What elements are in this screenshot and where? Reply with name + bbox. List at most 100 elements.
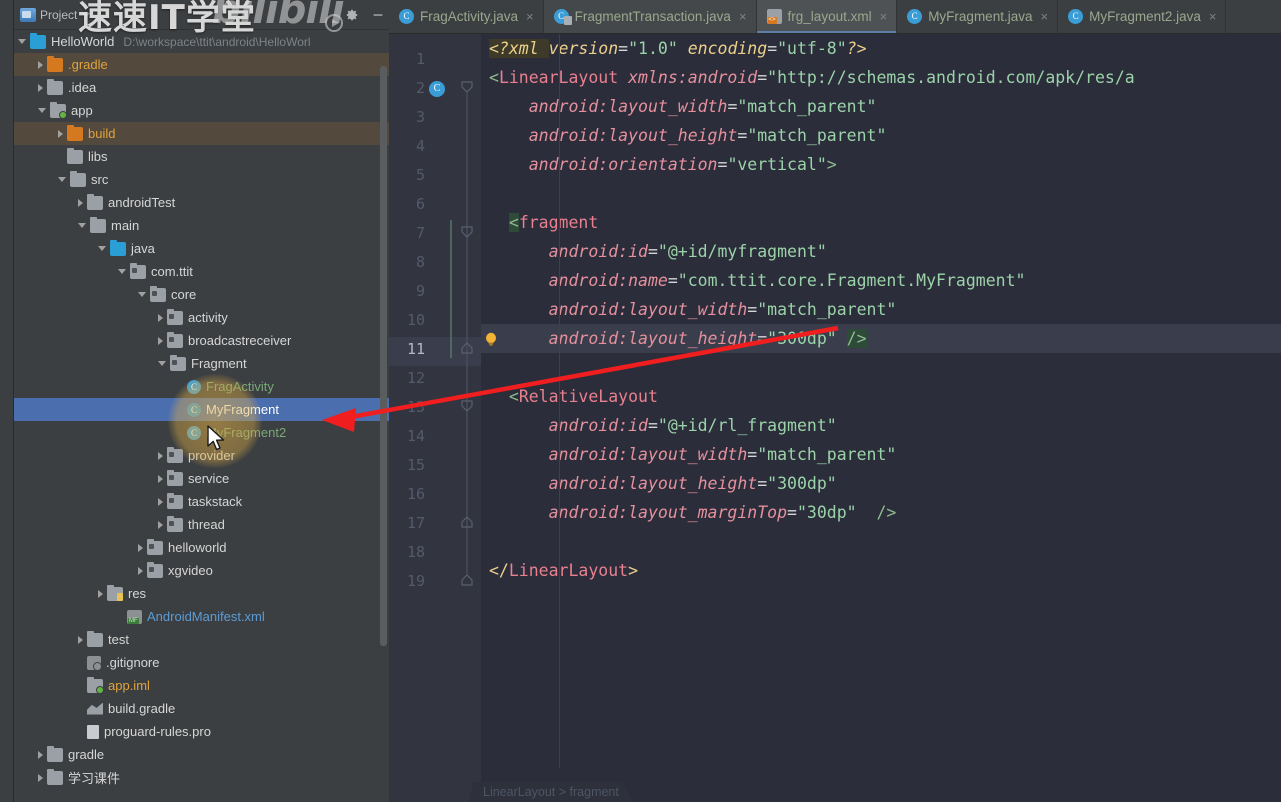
- code-line[interactable]: <fragment: [481, 208, 1281, 237]
- tree-row-app-iml[interactable]: app.iml: [14, 674, 389, 697]
- code-folding-markers[interactable]: [389, 34, 481, 802]
- tree-row-activity[interactable]: activity: [14, 306, 389, 329]
- editor-tab-myfragment-java[interactable]: C MyFragment.java ×: [897, 0, 1059, 33]
- close-icon[interactable]: ×: [1040, 10, 1048, 23]
- tree-row-app[interactable]: app: [14, 99, 389, 122]
- chevron-down-icon[interactable]: [158, 361, 166, 366]
- chevron-right-icon[interactable]: [158, 451, 163, 460]
- tree-scrollbar[interactable]: [380, 66, 387, 646]
- code-line[interactable]: <?xml version="1.0" encoding="utf-8"?>: [481, 34, 1281, 63]
- code-line[interactable]: android:layout_height="300dp" />: [481, 324, 1281, 353]
- chevron-right-icon[interactable]: [158, 474, 163, 483]
- tree-row-root[interactable]: HelloWorld D:\workspace\ttit\android\Hel…: [14, 30, 389, 53]
- code-line[interactable]: </LinearLayout>: [481, 556, 1281, 585]
- tree-row-res[interactable]: res: [14, 582, 389, 605]
- tree-row--[interactable]: 学习课件: [14, 766, 389, 789]
- text-file-icon: [87, 724, 99, 739]
- chevron-right-icon[interactable]: [158, 520, 163, 529]
- chevron-right-icon[interactable]: [58, 129, 63, 138]
- tree-row-thread[interactable]: thread: [14, 513, 389, 536]
- tree-row--idea[interactable]: .idea: [14, 76, 389, 99]
- chevron-down-icon[interactable]: [38, 108, 46, 113]
- tree-row--gitignore[interactable]: .gitignore: [14, 651, 389, 674]
- folder-module-icon: [50, 101, 67, 119]
- lightbulb-intention-icon[interactable]: [485, 332, 497, 347]
- tree-row-androidtest[interactable]: androidTest: [14, 191, 389, 214]
- tree-row-gradle[interactable]: gradle: [14, 743, 389, 766]
- code-line[interactable]: [481, 179, 1281, 208]
- folder-icon: [30, 32, 46, 49]
- chevron-down-icon[interactable]: [58, 177, 66, 182]
- chevron-down-icon[interactable]: [118, 269, 126, 274]
- breadcrumb[interactable]: LinearLayout > fragment: [469, 782, 633, 802]
- tree-row-service[interactable]: service: [14, 467, 389, 490]
- chevron-right-icon[interactable]: [38, 60, 43, 69]
- editor-tab-fragmenttransaction-java[interactable]: C FragmentTransaction.java ×: [543, 0, 757, 33]
- tree-row-provider[interactable]: provider: [14, 444, 389, 467]
- code-line[interactable]: [481, 353, 1281, 382]
- tree-row-helloworld[interactable]: helloworld: [14, 536, 389, 559]
- editor-tab-fragactivity-java[interactable]: C FragActivity.java ×: [389, 0, 544, 33]
- code-line[interactable]: android:layout_width="match_parent": [481, 92, 1281, 121]
- code-line[interactable]: <RelativeLayout: [481, 382, 1281, 411]
- chevron-right-icon[interactable]: [158, 336, 163, 345]
- close-icon[interactable]: ×: [739, 10, 747, 23]
- tree-row-myfragment2[interactable]: C MyFragment2: [14, 421, 389, 444]
- chevron-right-icon[interactable]: [38, 83, 43, 92]
- tree-row-core[interactable]: core: [14, 283, 389, 306]
- code-line[interactable]: android:layout_marginTop="30dp" />: [481, 498, 1281, 527]
- package-icon: [167, 469, 183, 486]
- chevron-down-icon[interactable]: [78, 223, 86, 228]
- tree-row-java[interactable]: java: [14, 237, 389, 260]
- tree-row-broadcastreceiver[interactable]: broadcastreceiver: [14, 329, 389, 352]
- chevron-right-icon[interactable]: [98, 589, 103, 598]
- tree-row-xgvideo[interactable]: xgvideo: [14, 559, 389, 582]
- tree-row-build[interactable]: build: [14, 122, 389, 145]
- chevron-right-icon[interactable]: [158, 313, 163, 322]
- code-line[interactable]: android:layout_height="match_parent": [481, 121, 1281, 150]
- code-line[interactable]: android:layout_height="300dp": [481, 469, 1281, 498]
- editor-tab-frg-layout-xml[interactable]: frg_layout.xml ×: [756, 0, 898, 33]
- tree-row-proguard-rules-pro[interactable]: proguard-rules.pro: [14, 720, 389, 743]
- tree-row-androidmanifest-xml[interactable]: AndroidManifest.xml: [14, 605, 389, 628]
- close-icon[interactable]: ×: [1209, 10, 1217, 23]
- chevron-right-icon[interactable]: [38, 750, 43, 759]
- code-line[interactable]: android:layout_width="match_parent": [481, 295, 1281, 324]
- code-line[interactable]: android:id="@+id/rl_fragment": [481, 411, 1281, 440]
- code-line[interactable]: [481, 527, 1281, 556]
- tree-row-libs[interactable]: libs: [14, 145, 389, 168]
- gear-icon[interactable]: [345, 8, 359, 22]
- code-line[interactable]: android:name="com.ttit.core.Fragment.MyF…: [481, 266, 1281, 295]
- tree-row--gradle[interactable]: .gradle: [14, 53, 389, 76]
- chevron-right-icon[interactable]: [78, 198, 83, 207]
- code-line[interactable]: android:layout_width="match_parent": [481, 440, 1281, 469]
- chevron-down-icon[interactable]: [82, 12, 91, 17]
- chevron-right-icon[interactable]: [138, 543, 143, 552]
- code-line[interactable]: android:id="@+id/myfragment": [481, 237, 1281, 266]
- chevron-right-icon[interactable]: [38, 773, 43, 782]
- close-icon[interactable]: ×: [880, 10, 888, 23]
- code-line[interactable]: <LinearLayout xmlns:android="http://sche…: [481, 63, 1281, 92]
- tree-row-fragactivity[interactable]: C FragActivity: [14, 375, 389, 398]
- tree-row-taskstack[interactable]: taskstack: [14, 490, 389, 513]
- minimize-icon[interactable]: [371, 8, 385, 22]
- project-tree[interactable]: HelloWorld D:\workspace\ttit\android\Hel…: [14, 30, 389, 802]
- close-icon[interactable]: ×: [526, 10, 534, 23]
- chevron-right-icon[interactable]: [78, 635, 83, 644]
- tree-row-com-ttit[interactable]: com.ttit: [14, 260, 389, 283]
- tree-row-src[interactable]: src: [14, 168, 389, 191]
- chevron-right-icon[interactable]: [158, 497, 163, 506]
- chevron-down-icon[interactable]: [138, 292, 146, 297]
- code-editor-content[interactable]: <?xml version="1.0" encoding="utf-8"?><L…: [481, 34, 1281, 802]
- tree-row-fragment[interactable]: Fragment: [14, 352, 389, 375]
- chevron-down-icon[interactable]: [18, 39, 26, 44]
- chevron-right-icon[interactable]: [138, 566, 143, 575]
- tree-row-myfragment[interactable]: C MyFragment: [14, 398, 389, 421]
- tab-label: FragmentTransaction.java: [574, 9, 731, 24]
- chevron-down-icon[interactable]: [98, 246, 106, 251]
- tree-row-main[interactable]: main: [14, 214, 389, 237]
- editor-tab-myfragment2-java[interactable]: C MyFragment2.java ×: [1058, 0, 1227, 33]
- code-line[interactable]: android:orientation="vertical">: [481, 150, 1281, 179]
- tree-row-test[interactable]: test: [14, 628, 389, 651]
- tree-row-build-gradle[interactable]: build.gradle: [14, 697, 389, 720]
